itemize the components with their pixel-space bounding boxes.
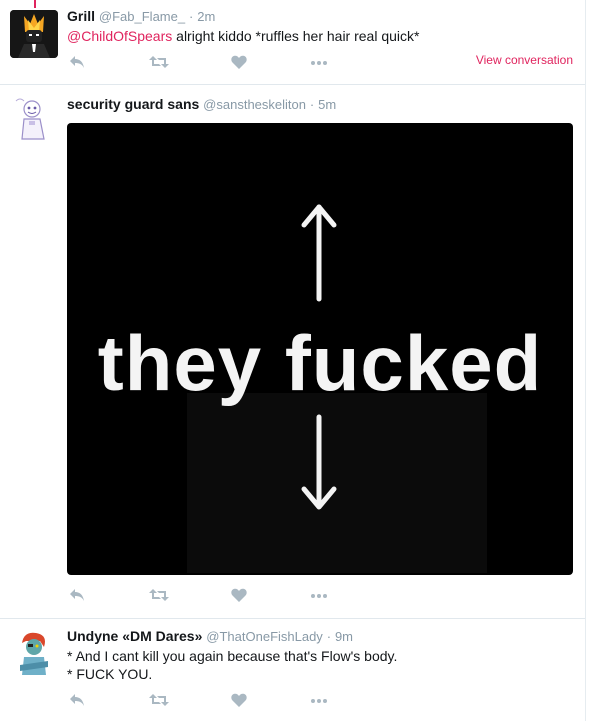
more-button[interactable] bbox=[309, 55, 331, 75]
tweet-security-guard-sans[interactable]: security guard sans @sanstheskeliton · 5… bbox=[0, 85, 585, 620]
timestamp[interactable]: 2m bbox=[197, 9, 215, 24]
display-name[interactable]: Undyne «DM Dares» bbox=[67, 628, 202, 644]
tweet-text: @ChildOfSpears alright kiddo *ruffles he… bbox=[67, 27, 419, 45]
username[interactable]: @ThatOneFishLady bbox=[206, 629, 323, 644]
mention-link[interactable]: @ChildOfSpears bbox=[67, 28, 172, 44]
like-button[interactable] bbox=[231, 55, 253, 75]
media-caption: they fucked bbox=[97, 319, 543, 407]
separator: · bbox=[309, 97, 315, 112]
tweet-media-image[interactable]: they fucked bbox=[67, 123, 573, 575]
more-button[interactable] bbox=[309, 588, 331, 608]
separator: · bbox=[326, 629, 332, 644]
avatar[interactable] bbox=[10, 629, 58, 677]
view-conversation-link[interactable]: View conversation bbox=[476, 53, 573, 67]
more-icon bbox=[311, 699, 327, 703]
retweet-button[interactable] bbox=[149, 693, 171, 713]
username[interactable]: @Fab_Flame_ bbox=[99, 9, 185, 24]
tweet-text-line: * FUCK YOU. bbox=[67, 666, 153, 682]
separator: · bbox=[188, 9, 194, 24]
reply-icon bbox=[70, 694, 84, 706]
tweet-text-body: alright kiddo *ruffles her hair real qui… bbox=[172, 28, 420, 44]
retweet-icon bbox=[149, 694, 169, 706]
tweet-header: security guard sans @sanstheskeliton · 5… bbox=[67, 96, 336, 112]
tweet-text-line: * And I cant kill you again because that… bbox=[67, 648, 398, 664]
display-name[interactable]: Grill bbox=[67, 8, 95, 24]
tweet-header: Undyne «DM Dares» @ThatOneFishLady · 9m bbox=[67, 628, 353, 644]
like-icon bbox=[231, 55, 247, 69]
arrow-up-icon bbox=[301, 204, 337, 302]
thread-line bbox=[34, 0, 36, 8]
retweet-icon bbox=[149, 589, 169, 601]
like-icon bbox=[231, 693, 247, 707]
tweet-header: Grill @Fab_Flame_ · 2m bbox=[67, 8, 215, 24]
tweet-undyne[interactable]: Undyne «DM Dares» @ThatOneFishLady · 9m … bbox=[0, 619, 585, 721]
retweet-button[interactable] bbox=[149, 55, 171, 75]
tweet-grill[interactable]: Grill @Fab_Flame_ · 2m @ChildOfSpears al… bbox=[0, 0, 585, 84]
retweet-icon bbox=[149, 56, 169, 68]
timestamp[interactable]: 5m bbox=[318, 97, 336, 112]
timestamp[interactable]: 9m bbox=[335, 629, 353, 644]
like-button[interactable] bbox=[231, 693, 253, 713]
retweet-button[interactable] bbox=[149, 588, 171, 608]
reply-icon bbox=[70, 56, 84, 68]
avatar[interactable] bbox=[10, 95, 58, 143]
arrow-down-icon bbox=[301, 414, 337, 510]
more-icon bbox=[311, 594, 327, 598]
reply-button[interactable] bbox=[69, 55, 91, 75]
like-icon bbox=[231, 588, 247, 602]
reply-icon bbox=[70, 589, 84, 601]
reply-button[interactable] bbox=[69, 588, 91, 608]
more-icon bbox=[311, 61, 327, 65]
display-name[interactable]: security guard sans bbox=[67, 96, 199, 112]
like-button[interactable] bbox=[231, 588, 253, 608]
username[interactable]: @sanstheskeliton bbox=[203, 97, 306, 112]
more-button[interactable] bbox=[309, 693, 331, 713]
timeline-border bbox=[585, 0, 586, 721]
avatar[interactable] bbox=[10, 10, 58, 58]
reply-button[interactable] bbox=[69, 693, 91, 713]
